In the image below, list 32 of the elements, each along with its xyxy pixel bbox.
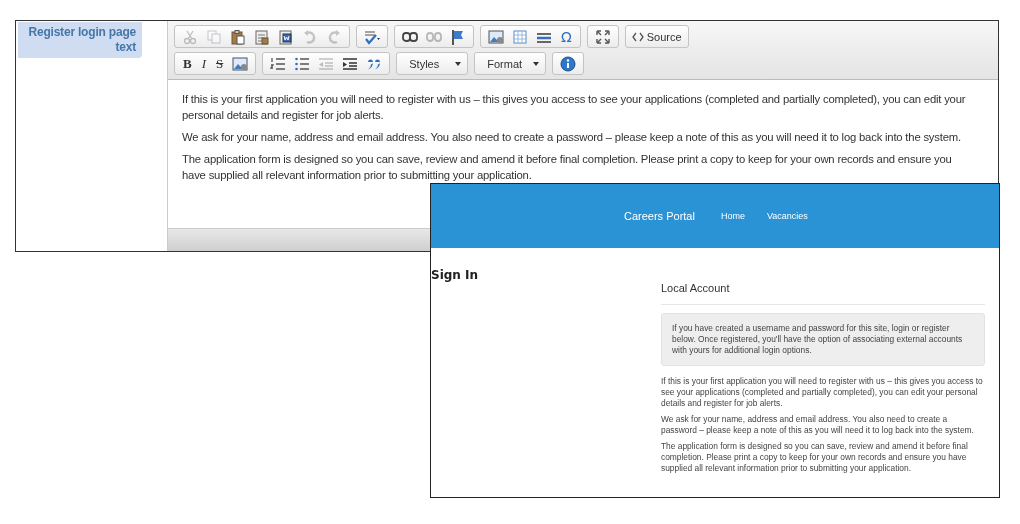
page-paragraph: If this is your first application you will need to register with us – this gives you access to see your applications (completed and partially completed), you can edit your personal details and register for job alerts. (661, 376, 984, 409)
caret-icon (533, 61, 540, 66)
numbered-list-icon[interactable] (270, 55, 287, 72)
field-label: Register login page text (18, 22, 142, 58)
spellcheck-icon[interactable] (364, 28, 380, 45)
page-paragraph: The application form is designed so you can save, review and amend it before final completion. Please print a copy to keep for your own records and ensure you have supplied all relevant information prior to submitting your application. (661, 441, 969, 474)
dropdown[interactable]: Styles (401, 57, 464, 70)
clipboard-text-icon[interactable] (254, 28, 270, 45)
notice-text: If you have created a username and password for this site, login or register below. Once registered, you'll have the option of associating external accounts with yours for additional login options. (672, 323, 964, 356)
page-heading: Sign In (431, 268, 480, 282)
editor-paragraph: If this is your first application you will need to register with us – this gives you access to see your applications (completed and partially completed), you can edit your personal details and register for job alerts. (182, 92, 967, 123)
image-icon[interactable] (232, 55, 249, 72)
code-icon (631, 31, 644, 42)
document-icon[interactable] (278, 28, 294, 45)
format-button[interactable]: I (197, 55, 210, 72)
format-button[interactable]: B (179, 55, 196, 72)
indent-icon[interactable] (342, 55, 359, 72)
flag-icon[interactable] (450, 28, 466, 45)
source-button[interactable]: Source (629, 30, 684, 43)
editor-paragraph: We ask for your name, address and email address. You also need to create a password – please keep a note of this as you will need it to log back into the system. (182, 130, 962, 145)
maximize-icon[interactable] (594, 28, 611, 45)
section-heading: Local Account (661, 282, 985, 305)
info-icon[interactable] (560, 55, 577, 72)
dropdown[interactable]: Format (479, 57, 542, 70)
image-icon[interactable] (488, 28, 504, 45)
clipboard-icon[interactable] (230, 28, 246, 45)
format-button[interactable]: S (212, 55, 228, 72)
bulleted-list-icon[interactable] (294, 55, 311, 72)
editor-paragraph: The application form is designed so you can save, review and amend it before final completion. Please print a copy to keep for your own records and ensure you have supplied all relevant information prior to submitting your application. (182, 152, 953, 183)
caret-icon (455, 61, 462, 66)
format-button[interactable]: Ω (557, 28, 576, 45)
page-paragraph: We ask for your name, address and email address. You also need to create a password – please keep a note of this as you will need it to log back into the system. (661, 414, 975, 436)
